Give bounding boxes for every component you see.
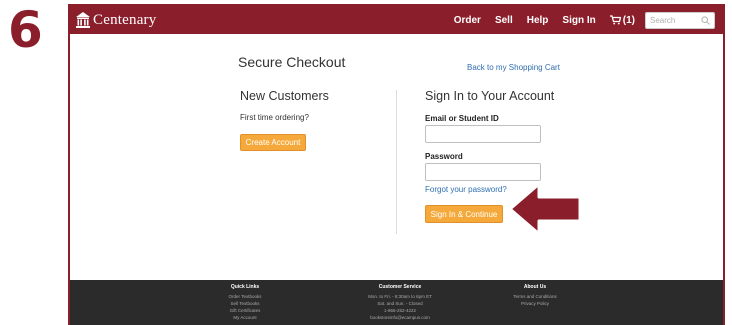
cart-count: (1) (622, 14, 635, 26)
footer-heading-about-us: About Us (523, 284, 547, 290)
main-nav: Order Sell Help Sign In (1) (454, 6, 715, 34)
arrow-pointer-icon (508, 182, 582, 236)
footer-email[interactable]: bookstoreinfo@ecampus.com (345, 314, 455, 321)
footer-hours-weekend: Sat. and Sun. - Closed (377, 301, 423, 306)
footer-link-order-textbooks[interactable]: Order Textbooks (200, 293, 290, 300)
footer-link-my-account[interactable]: My Account (200, 314, 290, 321)
back-to-cart-link[interactable]: Back to my Shopping Cart (467, 63, 560, 72)
footer-link-sell-textbooks[interactable]: Sell Textbooks (200, 300, 290, 307)
footer-heading-quick-links: Quick Links (230, 284, 260, 290)
footer-customer-service: Customer Service Mon. to Fri. - 8:30am t… (345, 284, 455, 321)
nav-order[interactable]: Order (454, 15, 481, 26)
new-customers-subtext: First time ordering? (240, 113, 309, 122)
create-account-button[interactable]: Create Account (240, 134, 306, 151)
site-logo[interactable]: Centenary (76, 11, 156, 29)
email-label: Email or Student ID (425, 114, 499, 123)
nav-sell[interactable]: Sell (495, 15, 513, 26)
building-logo-icon (76, 12, 90, 28)
search-input[interactable] (650, 13, 700, 27)
top-navigation-bar: Centenary Order Sell Help Sign In (1) (70, 6, 723, 34)
search-box (645, 11, 715, 29)
step-number: 6 (8, 1, 43, 59)
sign-in-heading: Sign In to Your Account (425, 89, 555, 103)
password-label: Password (425, 152, 463, 161)
column-divider (396, 90, 397, 234)
footer-about-us: About Us Terms and Conditions Privacy Po… (490, 284, 580, 307)
footer-quick-links: Quick Links Order Textbooks Sell Textboo… (200, 284, 290, 321)
search-icon[interactable] (701, 15, 710, 25)
nav-help[interactable]: Help (527, 15, 549, 26)
footer-heading-customer-service: Customer Service (378, 284, 422, 290)
password-field[interactable] (425, 163, 541, 181)
sign-in-continue-button[interactable]: Sign In & Continue (425, 205, 503, 223)
footer-hours-weekday: Mon. to Fri. - 8:30am to 6pm ET (368, 294, 432, 299)
footer-link-terms[interactable]: Terms and Conditions (490, 293, 580, 300)
cart-icon (609, 15, 621, 25)
email-field[interactable] (425, 125, 541, 143)
new-customers-heading: New Customers (240, 89, 329, 103)
browser-frame: Centenary Order Sell Help Sign In (1) Se… (68, 4, 725, 325)
forgot-password-link[interactable]: Forgot your password? (425, 185, 507, 194)
footer-link-gift-certificates[interactable]: Gift Certificates (200, 307, 290, 314)
cart-button[interactable]: (1) (609, 14, 635, 26)
checkout-content: Secure Checkout Back to my Shopping Cart… (70, 34, 723, 280)
logo-text: Centenary (93, 11, 157, 28)
site-footer: Quick Links Order Textbooks Sell Textboo… (70, 280, 723, 325)
nav-sign-in[interactable]: Sign In (562, 15, 595, 26)
footer-link-privacy[interactable]: Privacy Policy (490, 300, 580, 307)
page-title: Secure Checkout (238, 54, 346, 70)
footer-phone[interactable]: 1-866-252-4222 (345, 307, 455, 314)
